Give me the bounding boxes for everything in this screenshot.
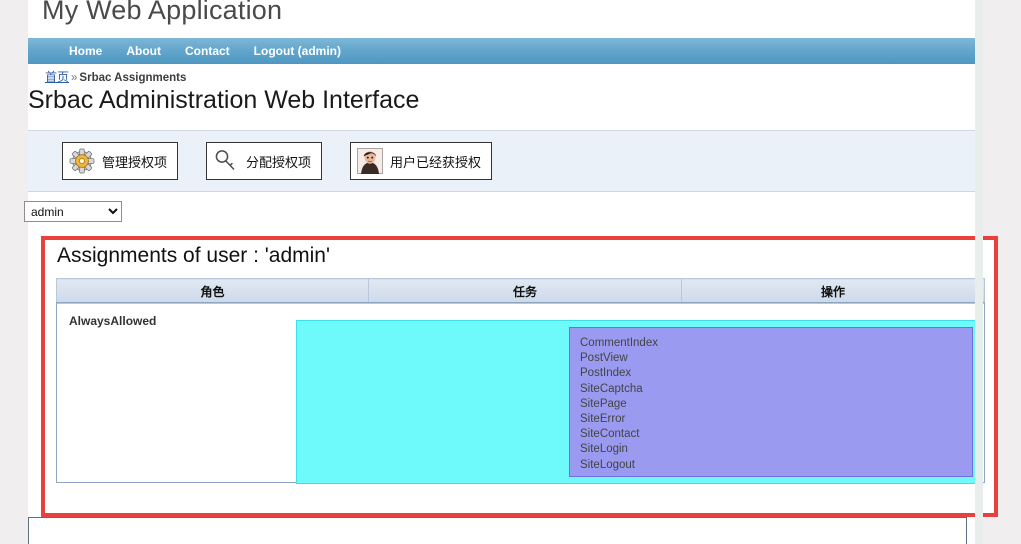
assign-auth-items-label: 分配授权项: [246, 154, 312, 170]
task-list: CommentIndex PostView PostIndex SiteCapt…: [570, 328, 972, 473]
list-item[interactable]: SiteLogout: [580, 458, 972, 473]
list-item[interactable]: SiteLogin: [580, 442, 972, 457]
column-header-operation[interactable]: 操作: [681, 278, 985, 304]
breadcrumb-home-link[interactable]: 首页: [45, 70, 69, 84]
main-navbar: Home About Contact Logout (admin): [28, 38, 975, 64]
list-item[interactable]: SiteContact: [580, 427, 972, 442]
nav-list: Home About Contact Logout (admin): [28, 38, 975, 64]
list-item[interactable]: CommentIndex: [580, 336, 972, 351]
assign-auth-items-button[interactable]: 分配授权项: [206, 142, 323, 180]
key-icon: [213, 148, 239, 174]
list-item[interactable]: SiteError: [580, 412, 972, 427]
nav-link-about[interactable]: About: [123, 42, 164, 60]
breadcrumb-separator: »: [71, 72, 78, 84]
list-item[interactable]: SiteCaptcha: [580, 382, 972, 397]
assignments-header-row: 角色 任务 操作: [56, 278, 985, 304]
secondary-empty-panel: [28, 517, 967, 544]
nav-link-logout[interactable]: Logout (admin): [251, 42, 344, 60]
column-header-task[interactable]: 任务: [368, 278, 682, 304]
assignments-title: Assignments of user : 'admin': [57, 244, 330, 267]
user-select-row: admin: [24, 201, 975, 222]
user-photo-icon: [357, 148, 383, 174]
list-item[interactable]: PostIndex: [580, 366, 972, 381]
manage-auth-items-button[interactable]: 管理授权项: [62, 142, 179, 180]
page-canvas: My Web Application Home About Contact Lo…: [24, 0, 998, 544]
task-list-panel[interactable]: CommentIndex PostView PostIndex SiteCapt…: [569, 327, 973, 477]
srbac-toolbar: 管理授权项 分配授权项 用户已经获授权: [28, 130, 975, 192]
nav-item-contact[interactable]: Contact: [182, 42, 233, 60]
screenshot-root: My Web Application Home About Contact Lo…: [0, 0, 1021, 544]
app-title: My Web Application: [42, 0, 283, 25]
breadcrumb: 首页» Srbac Assignments: [45, 68, 186, 85]
manage-auth-items-label: 管理授权项: [102, 154, 168, 170]
nav-link-contact[interactable]: Contact: [182, 42, 233, 60]
column-header-role[interactable]: 角色: [56, 278, 369, 304]
list-item[interactable]: PostView: [580, 351, 972, 366]
breadcrumb-current: Srbac Assignments: [79, 72, 187, 84]
assignments-table-head: 角色 任务 操作: [56, 278, 985, 304]
authorized-users-label: 用户已经获授权: [390, 154, 482, 170]
authorized-users-button[interactable]: 用户已经获授权: [350, 142, 493, 180]
page-title: Srbac Administration Web Interface: [28, 86, 420, 114]
nav-item-home[interactable]: Home: [66, 42, 105, 60]
list-item[interactable]: SitePage: [580, 397, 972, 412]
nav-link-home[interactable]: Home: [66, 42, 105, 60]
page-right-gutter: [975, 0, 983, 544]
user-select[interactable]: admin: [24, 201, 122, 222]
gear-icon: [69, 148, 95, 174]
nav-item-logout[interactable]: Logout (admin): [251, 42, 344, 60]
nav-item-about[interactable]: About: [123, 42, 164, 60]
